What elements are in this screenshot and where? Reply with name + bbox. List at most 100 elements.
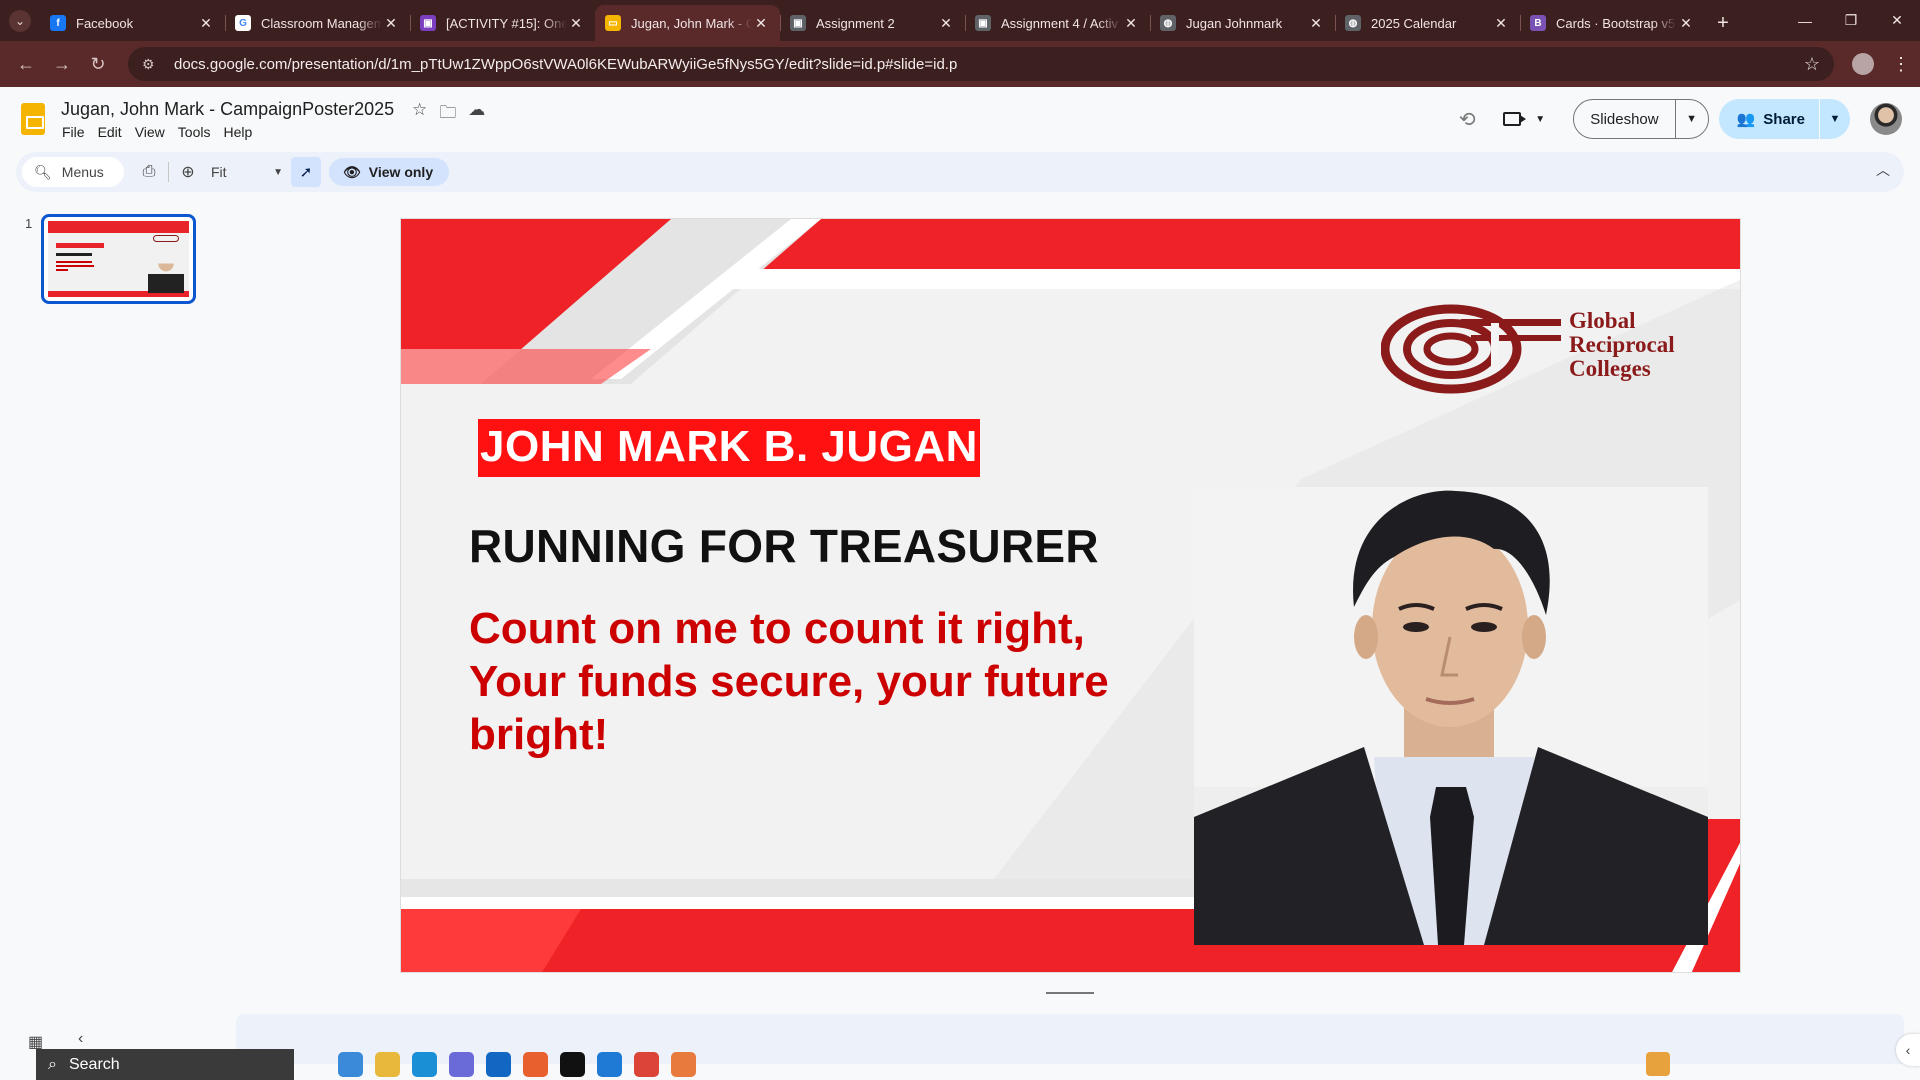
address-bar[interactable]: ⚙ docs.google.com/presentation/d/1m_pTtU… [128, 47, 1834, 81]
close-window-icon[interactable]: ✕ [1874, 0, 1920, 41]
tab-search-button[interactable]: ⌄ [0, 0, 40, 41]
browser-tab[interactable]: ▣ Assignment 2 ✕ [780, 5, 965, 41]
reload-icon[interactable]: ↻ [82, 48, 114, 80]
chevron-left-icon[interactable]: ‹ [78, 1030, 83, 1048]
zoom-icon[interactable]: ⊕ [173, 157, 203, 187]
browser-tab[interactable]: ▭ Jugan, John Mark - C ✕ [595, 5, 780, 41]
file-explorer-icon[interactable] [375, 1052, 400, 1077]
firefox-icon[interactable] [523, 1052, 548, 1077]
classroom-icon: ▣ [790, 15, 806, 31]
menu-edit[interactable]: Edit [98, 124, 122, 140]
toolbar-divider [168, 162, 169, 182]
notes-resize-handle[interactable] [1046, 992, 1094, 994]
close-tab-icon[interactable]: ✕ [1492, 15, 1510, 32]
browser-tab[interactable]: f Facebook ✕ [40, 5, 225, 41]
site-info-icon[interactable]: ⚙ [142, 56, 162, 73]
candidate-name: JOHN MARK B. JUGAN [478, 419, 980, 477]
close-tab-icon[interactable]: ✕ [1122, 15, 1140, 32]
chevron-down-icon: ▼ [1535, 113, 1546, 125]
tab-title: 2025 Calendar [1371, 15, 1457, 31]
tab-title: Assignment 4 / Activ [1001, 15, 1119, 31]
taskbar-search[interactable]: ⌕ Search [36, 1049, 294, 1080]
bootstrap-icon: B [1530, 15, 1546, 31]
new-tab-button[interactable]: + [1705, 5, 1741, 41]
share-dropdown-icon[interactable]: ▼ [1820, 113, 1850, 125]
slide-thumbnail[interactable] [41, 214, 196, 304]
menu-file[interactable]: File [62, 124, 85, 140]
document-title[interactable]: Jugan, John Mark - CampaignPoster2025 [61, 99, 394, 120]
candidate-position: RUNNING FOR TREASURER [469, 520, 1099, 572]
copilot-icon[interactable] [338, 1052, 363, 1077]
logo-text-reciprocal: Reciprocal [1569, 332, 1675, 357]
forward-icon[interactable]: → [46, 48, 78, 80]
cloud-status-icon[interactable]: ☁ [468, 100, 485, 129]
photos-icon[interactable] [671, 1052, 696, 1077]
side-panel-expand-icon[interactable]: ‹ [1896, 1034, 1920, 1066]
globe-icon: ◍ [1345, 15, 1361, 31]
tray-app-icon[interactable] [1646, 1052, 1670, 1076]
zoom-value: Fit [211, 164, 227, 180]
slides-icon: ▭ [605, 15, 621, 31]
close-tab-icon[interactable]: ✕ [567, 15, 585, 32]
classroom-icon: ▣ [420, 15, 436, 31]
back-icon[interactable]: ← [10, 48, 42, 80]
slideshow-label[interactable]: Slideshow [1574, 99, 1676, 139]
vscode-icon[interactable] [597, 1052, 622, 1077]
chevron-down-icon: ▼ [273, 166, 283, 178]
close-tab-icon[interactable]: ✕ [937, 15, 955, 32]
browser-tab[interactable]: ◍ Jugan Johnmark ✕ [1150, 5, 1335, 41]
close-tab-icon[interactable]: ✕ [1677, 15, 1695, 32]
campaign-slogan: Count on me to count it right, Your fund… [469, 602, 1129, 761]
tab-title: [ACTIVITY #15]: One- [446, 15, 567, 31]
star-icon[interactable]: ☆ [412, 100, 427, 129]
bookmark-star-icon[interactable]: ☆ [1804, 54, 1820, 75]
browser-tab[interactable]: G Classroom Management✕ [225, 5, 410, 41]
edit-toolbar: 🔍︎ Menus ⎙ ⊕ Fit ▼ ➚ 👁 View only ︿ [16, 152, 1904, 192]
profile-avatar[interactable] [1852, 53, 1874, 75]
tab-title: Classroom Management [261, 15, 382, 31]
candidate-photo [1194, 487, 1708, 945]
slideshow-dropdown-icon[interactable]: ▼ [1676, 113, 1708, 125]
people-icon: 👥 [1736, 111, 1756, 128]
chrome-icon[interactable] [634, 1052, 659, 1077]
close-tab-icon[interactable]: ✕ [752, 15, 770, 32]
view-only-mode-button[interactable]: 👁 View only [329, 158, 450, 186]
menu-view[interactable]: View [135, 124, 165, 140]
move-folder-icon[interactable]: 🗀 [439, 100, 456, 129]
logo-swirl-icon [1380, 304, 1561, 394]
version-history-icon[interactable]: ⟲ [1447, 107, 1487, 132]
browser-tab[interactable]: ▣ Assignment 4 / Activ ✕ [965, 5, 1150, 41]
store-icon[interactable] [449, 1052, 474, 1077]
menu-bar: File Edit View Tools Help [62, 124, 252, 140]
minimize-icon[interactable]: — [1782, 0, 1828, 41]
slide-canvas[interactable]: Global Reciprocal Colleges JOHN MARK B. … [400, 218, 1741, 973]
share-button[interactable]: 👥 Share ▼ [1718, 99, 1850, 139]
browser-tab[interactable]: ▣ [ACTIVITY #15]: One- ✕ [410, 5, 595, 41]
account-avatar[interactable] [1870, 103, 1902, 135]
restore-icon[interactable]: ❐ [1828, 0, 1874, 41]
tab-title: Assignment 2 [816, 15, 895, 31]
tab-title: Jugan, John Mark - C [631, 15, 752, 31]
search-icon: ⌕ [48, 1055, 57, 1073]
menu-tools[interactable]: Tools [178, 124, 211, 140]
google-icon: G [235, 15, 251, 31]
tiktok-icon[interactable] [560, 1052, 585, 1077]
slideshow-button[interactable]: Slideshow ▼ [1573, 99, 1709, 139]
select-tool-icon[interactable]: ➚ [291, 157, 321, 187]
collapse-toolbar-icon[interactable]: ︿ [1876, 160, 1890, 180]
close-tab-icon[interactable]: ✕ [1307, 15, 1325, 32]
menu-help[interactable]: Help [223, 124, 252, 140]
close-tab-icon[interactable]: ✕ [197, 15, 215, 32]
outlook-icon[interactable] [486, 1052, 511, 1077]
print-icon[interactable]: ⎙ [134, 157, 164, 187]
close-tab-icon[interactable]: ✕ [382, 15, 400, 32]
edge-icon[interactable] [412, 1052, 437, 1077]
menus-search[interactable]: 🔍︎ Menus [22, 157, 124, 187]
slides-logo-icon[interactable] [21, 103, 45, 135]
meet-button[interactable]: ▼ [1503, 112, 1555, 126]
browser-tab[interactable]: B Cards · Bootstrap v5. ✕ [1520, 5, 1705, 41]
more-menu-icon[interactable]: ⋮ [1892, 54, 1910, 75]
browser-tab[interactable]: ◍ 2025 Calendar ✕ [1335, 5, 1520, 41]
zoom-select[interactable]: Fit ▼ [211, 164, 283, 180]
share-label: Share [1763, 110, 1805, 128]
